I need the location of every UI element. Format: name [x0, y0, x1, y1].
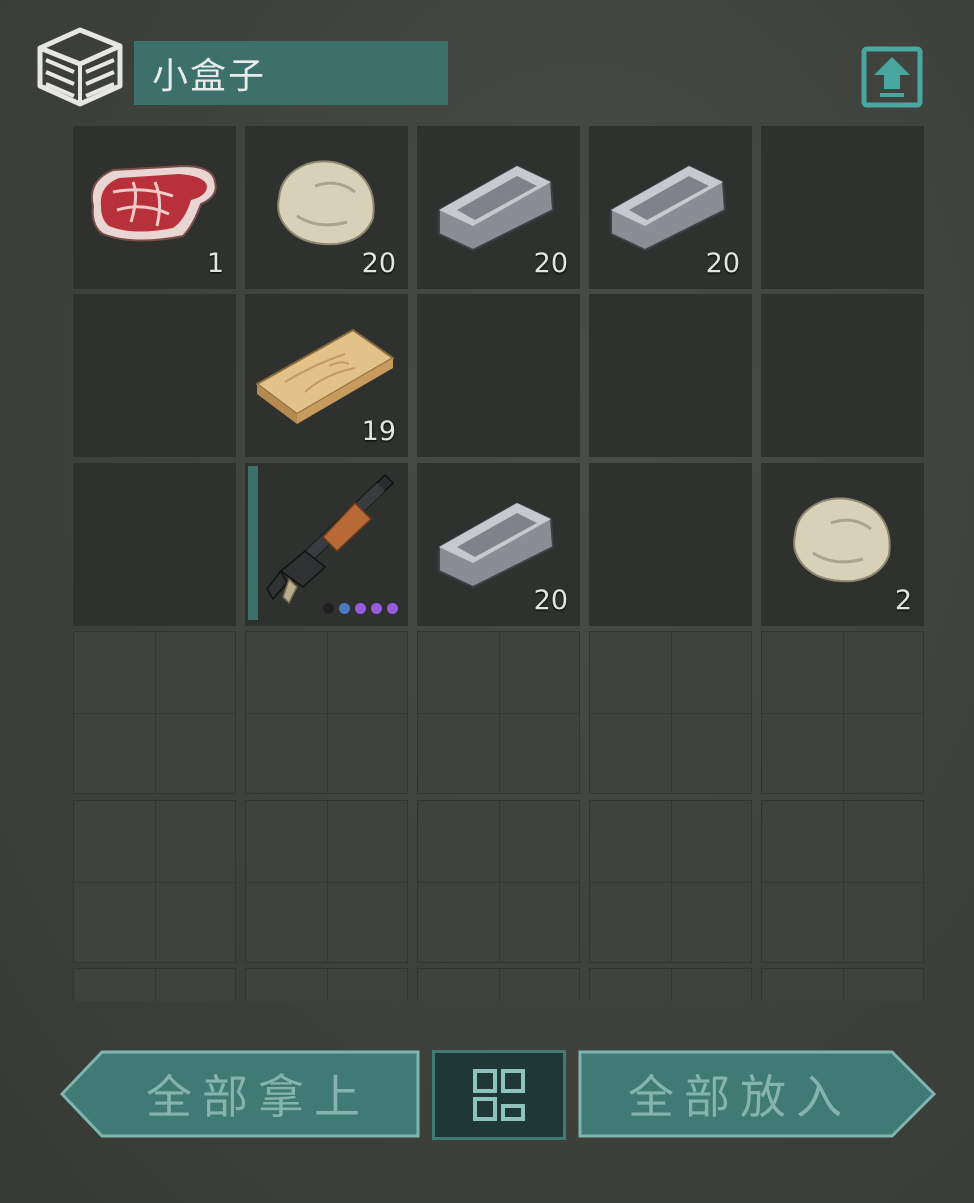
inventory-slot-empty[interactable]	[761, 126, 924, 289]
inventory-grid: 1 20 20 20 19 20 2	[73, 126, 924, 1001]
inventory-slot-iron-bar[interactable]: 20	[417, 463, 580, 626]
inventory-slot-empty[interactable]	[417, 294, 580, 457]
inventory-slot-stone[interactable]: 2	[761, 463, 924, 626]
locked-slot	[73, 631, 236, 794]
storage-box-icon	[37, 27, 123, 107]
item-count: 20	[705, 248, 740, 279]
locked-slot	[761, 968, 924, 1001]
put-all-button[interactable]: 全部放入	[576, 1048, 940, 1140]
locked-slot	[761, 631, 924, 794]
upgrade-dot	[323, 603, 334, 614]
take-all-label: 全部拿上	[146, 1070, 370, 1124]
upgrade-dots	[323, 603, 398, 614]
locked-slot	[417, 631, 580, 794]
inventory-slot-iron-bar[interactable]: 20	[589, 126, 752, 289]
sort-grid-icon	[473, 1069, 525, 1121]
sort-button[interactable]	[432, 1050, 566, 1140]
inventory-slot-meat[interactable]: 1	[73, 126, 236, 289]
locked-slot	[589, 800, 752, 963]
upgrade-dot	[339, 603, 350, 614]
locked-slot	[761, 800, 924, 963]
upload-icon[interactable]	[860, 45, 924, 109]
locked-slot	[245, 968, 408, 1001]
upgrade-dot	[355, 603, 366, 614]
take-all-button[interactable]: 全部拿上	[58, 1048, 422, 1140]
locked-slot	[245, 800, 408, 963]
item-count: 20	[533, 585, 568, 616]
inventory-slot-stone[interactable]: 20	[245, 126, 408, 289]
locked-slot	[589, 631, 752, 794]
item-count: 20	[361, 248, 396, 279]
upgrade-dot	[387, 603, 398, 614]
inventory-slot-empty[interactable]	[73, 294, 236, 457]
shotgun-icon	[266, 473, 395, 605]
inventory-slot-wood[interactable]: 19	[245, 294, 408, 457]
inventory-slot-empty[interactable]	[761, 294, 924, 457]
item-count: 2	[894, 585, 912, 616]
locked-slot	[73, 800, 236, 963]
put-all-label: 全部放入	[628, 1070, 852, 1124]
item-count: 20	[533, 248, 568, 279]
inventory-slot-empty[interactable]	[589, 294, 752, 457]
inventory-slot-iron-bar[interactable]: 20	[417, 126, 580, 289]
locked-slot	[73, 968, 236, 1001]
container-title: 小盒子	[134, 41, 448, 105]
inventory-slot-empty[interactable]	[73, 463, 236, 626]
item-count: 19	[361, 416, 396, 447]
locked-slot	[245, 631, 408, 794]
inventory-slot-empty[interactable]	[589, 463, 752, 626]
item-count: 1	[206, 248, 224, 279]
locked-slot	[589, 968, 752, 1001]
locked-slot	[417, 968, 580, 1001]
locked-slot	[417, 800, 580, 963]
inventory-slot-shotgun[interactable]	[245, 463, 408, 626]
upgrade-dot	[371, 603, 382, 614]
